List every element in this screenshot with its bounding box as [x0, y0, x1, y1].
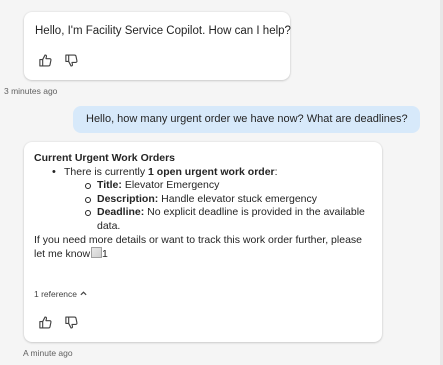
broken-image-icon	[91, 247, 103, 259]
detail-description: Description: Handle elevator stuck emerg…	[82, 193, 374, 207]
orders-summary: There is currently 1 open urgent work or…	[51, 166, 374, 234]
citation-number[interactable]: 1	[102, 248, 108, 260]
thumbs-up-icon[interactable]	[37, 52, 53, 68]
feedback-bar	[37, 52, 79, 68]
summary-prefix: There is currently	[64, 165, 149, 178]
closing-text: If you need more details or want to trac…	[34, 234, 374, 262]
reply-timestamp: A minute ago	[23, 348, 73, 358]
closing-sentence: If you need more details or want to trac…	[34, 233, 362, 261]
bot-reply-card: Current Urgent Work Orders There is curr…	[24, 142, 382, 342]
order-details: Title: Elevator Emergency Description: H…	[64, 179, 374, 233]
detail-value: Elevator Emergency	[121, 179, 220, 192]
detail-label: Title:	[97, 179, 122, 192]
detail-label: Description:	[97, 192, 159, 205]
summary-count: 1 open urgent work order	[148, 165, 275, 178]
references-toggle[interactable]: 1 reference	[34, 289, 87, 299]
thumbs-up-icon[interactable]	[37, 314, 53, 330]
detail-title: Title: Elevator Emergency	[82, 179, 374, 193]
references-label: 1 reference	[34, 289, 77, 299]
reply-heading: Current Urgent Work Orders	[34, 152, 175, 164]
chevron-up-icon	[80, 289, 87, 299]
user-message: Hello, how many urgent order we have now…	[73, 106, 420, 133]
summary-suffix: :	[274, 165, 278, 178]
detail-deadline: Deadline: No explicit deadline is provid…	[82, 206, 374, 233]
bot-greeting-card: Hello, I'm Facility Service Copilot. How…	[24, 12, 291, 80]
thumbs-down-icon[interactable]	[63, 314, 79, 330]
detail-value: Handle elevator stuck emergency	[158, 192, 318, 205]
feedback-bar	[37, 314, 79, 330]
greeting-text: Hello, I'm Facility Service Copilot. How…	[35, 25, 291, 37]
thumbs-down-icon[interactable]	[63, 52, 79, 68]
orders-list: There is currently 1 open urgent work or…	[34, 166, 374, 234]
greeting-timestamp: 3 minutes ago	[4, 86, 58, 96]
detail-label: Deadline:	[97, 206, 145, 219]
